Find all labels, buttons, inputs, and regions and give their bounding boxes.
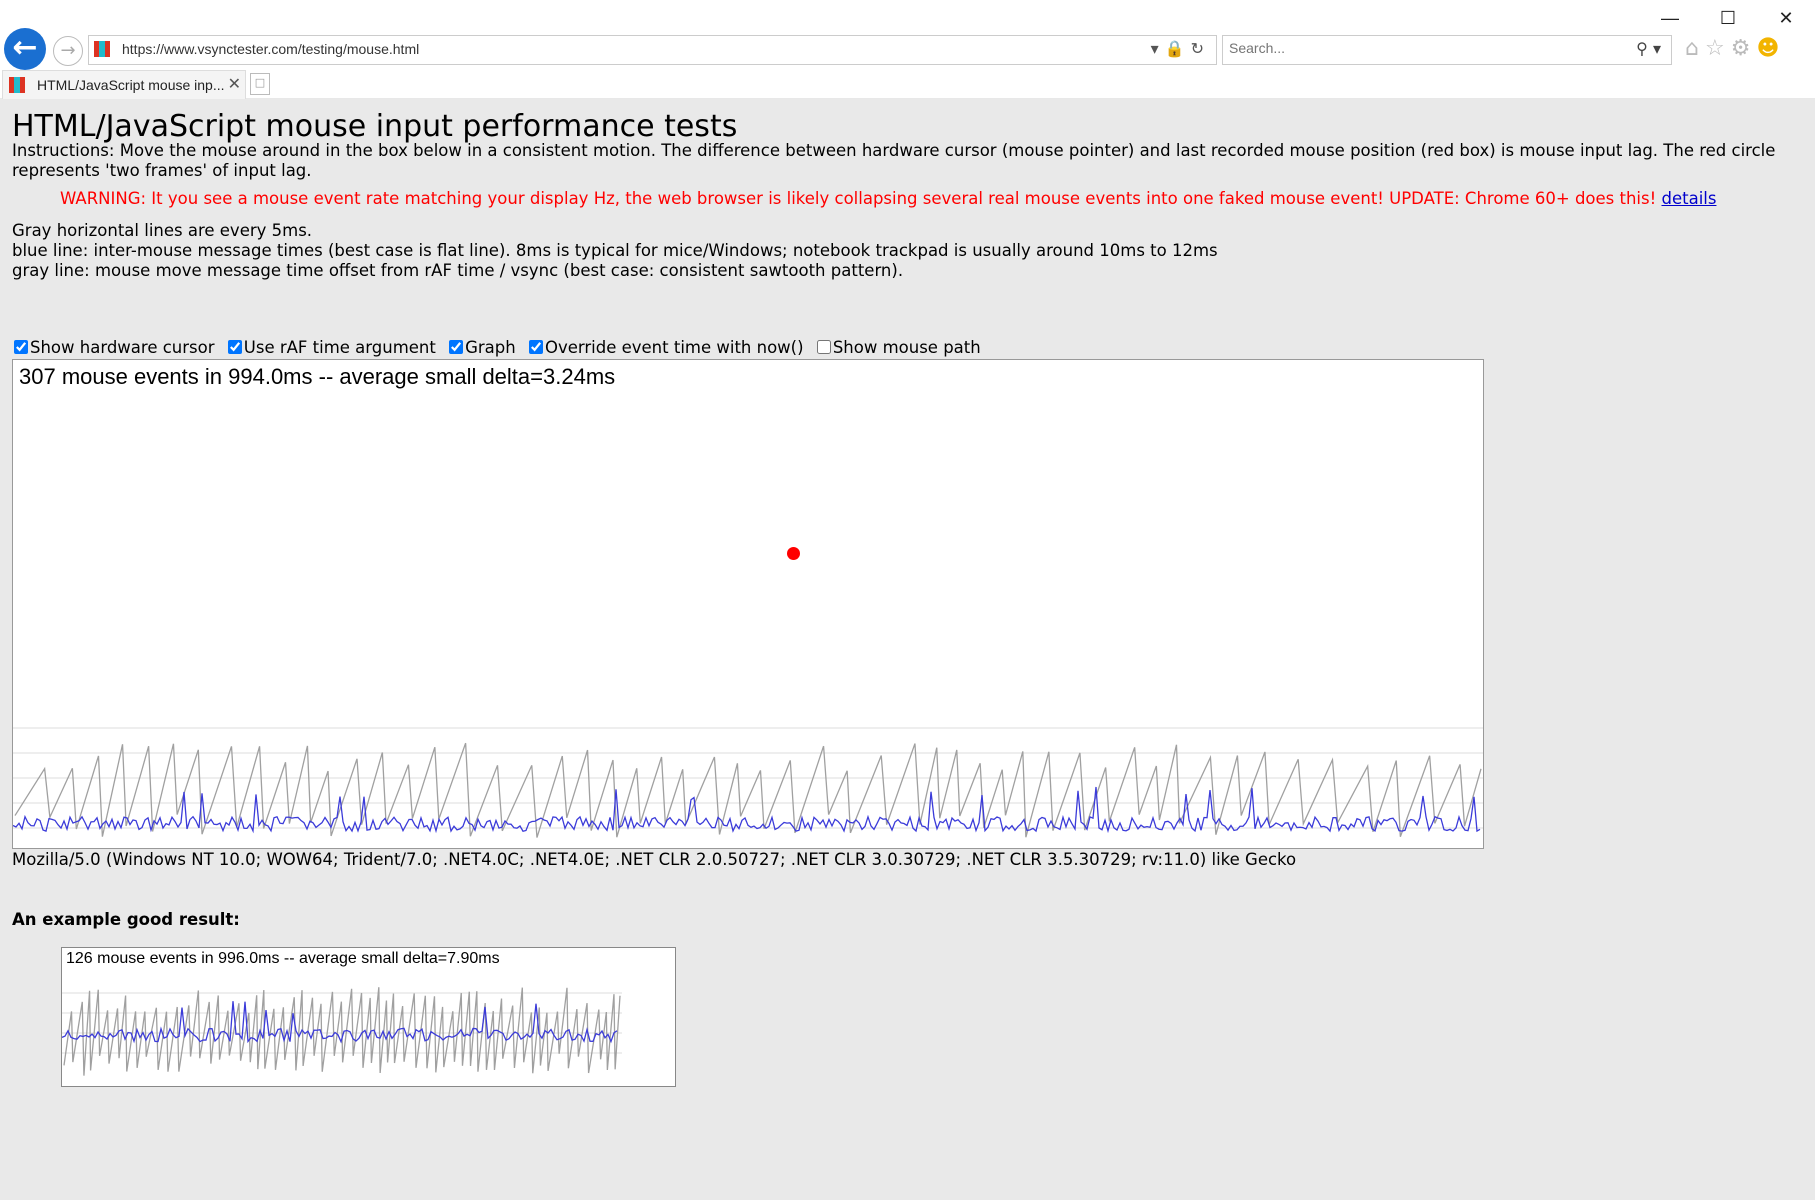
warning-message: WARNING: It you see a mouse event rate m… <box>60 189 1657 208</box>
option-show-mouse-path[interactable]: Show mouse path <box>816 338 981 357</box>
address-bar-icons: ▾🔒↻ <box>1151 39 1210 58</box>
example-stats: 126 mouse events in 996.0ms -- average s… <box>66 950 500 967</box>
minimize-icon[interactable]: — <box>1645 8 1695 29</box>
browser-chrome: — ☐ ✕ ← → https://www.vsynctester.com/te… <box>0 0 1815 99</box>
details-link[interactable]: details <box>1661 189 1716 208</box>
page-content: HTML/JavaScript mouse input performance … <box>0 99 1815 1200</box>
search-input[interactable] <box>1229 40 1609 56</box>
back-button[interactable]: ← <box>4 28 46 70</box>
tab-title: HTML/JavaScript mouse inp... <box>37 77 225 93</box>
option-graph[interactable]: Graph <box>449 338 516 357</box>
refresh-icon[interactable]: ↻ <box>1191 39 1210 58</box>
instructions-text: Instructions: Move the mouse around in t… <box>12 141 1776 180</box>
checkbox-show-hardware-cursor[interactable] <box>14 340 28 354</box>
test-stats: 307 mouse events in 994.0ms -- average s… <box>19 364 616 389</box>
lock-icon[interactable]: 🔒 <box>1165 39 1191 58</box>
checkbox-graph[interactable] <box>449 340 464 354</box>
example-timing-graph <box>62 987 622 1076</box>
example-title: An example good result: <box>12 910 240 929</box>
tab-active[interactable]: HTML/JavaScript mouse inp... ✕ <box>2 70 246 99</box>
checkbox-show-mouse-path[interactable] <box>816 340 831 354</box>
dropdown-icon[interactable]: ▾ <box>1151 39 1165 58</box>
address-bar[interactable]: https://www.vsynctester.com/testing/mous… <box>88 35 1217 65</box>
maximize-icon[interactable]: ☐ <box>1703 8 1753 29</box>
legend-line-3: gray line: mouse move message time offse… <box>12 261 904 280</box>
home-icon[interactable]: ⌂ <box>1685 36 1705 61</box>
tab-close-icon[interactable]: ✕ <box>228 74 241 93</box>
warning-text: WARNING: It you see a mouse event rate m… <box>60 189 1716 209</box>
search-icon[interactable]: ⚲ ▾ <box>1636 39 1661 58</box>
tab-favicon-icon <box>9 77 25 93</box>
forward-button[interactable]: → <box>53 36 83 66</box>
option-override-event-time[interactable]: Override event time with now() <box>528 338 804 357</box>
site-favicon-icon <box>94 41 110 57</box>
blue-intermessage-line <box>13 786 1481 834</box>
smiley-icon[interactable]: ☻ <box>1756 36 1785 61</box>
red-circle-indicator <box>787 547 800 560</box>
legend-line-2: blue line: inter-mouse message times (be… <box>12 241 1218 260</box>
legend-line-1: Gray horizontal lines are every 5ms. <box>12 221 313 240</box>
option-use-raf-time[interactable]: Use rAF time argument <box>227 338 436 357</box>
option-show-hardware-cursor[interactable]: Show hardware cursor <box>14 338 215 357</box>
user-agent-text: Mozilla/5.0 (Windows NT 10.0; WOW64; Tri… <box>12 850 1297 869</box>
close-icon[interactable]: ✕ <box>1761 8 1811 29</box>
star-icon[interactable]: ☆ <box>1705 36 1731 61</box>
example-result-box: 126 mouse events in 996.0ms -- average s… <box>61 947 676 1087</box>
url-text[interactable]: https://www.vsynctester.com/testing/mous… <box>122 41 419 57</box>
gray-offset-line <box>63 987 621 1076</box>
checkbox-override-event-time[interactable] <box>528 340 543 354</box>
checkbox-use-raf-time[interactable] <box>227 340 242 354</box>
timing-graph <box>13 727 1483 838</box>
mouse-test-area[interactable]: 307 mouse events in 994.0ms -- average s… <box>12 359 1484 849</box>
gear-icon[interactable]: ⚙ <box>1731 36 1757 61</box>
search-box[interactable]: ⚲ ▾ <box>1222 35 1672 65</box>
page-title: HTML/JavaScript mouse input performance … <box>12 109 738 144</box>
toolbar-icons: ⌂☆⚙☻ <box>1685 36 1785 61</box>
options-bar: Show hardware cursor Use rAF time argume… <box>14 338 989 357</box>
new-tab-icon[interactable]: □ <box>250 73 270 95</box>
